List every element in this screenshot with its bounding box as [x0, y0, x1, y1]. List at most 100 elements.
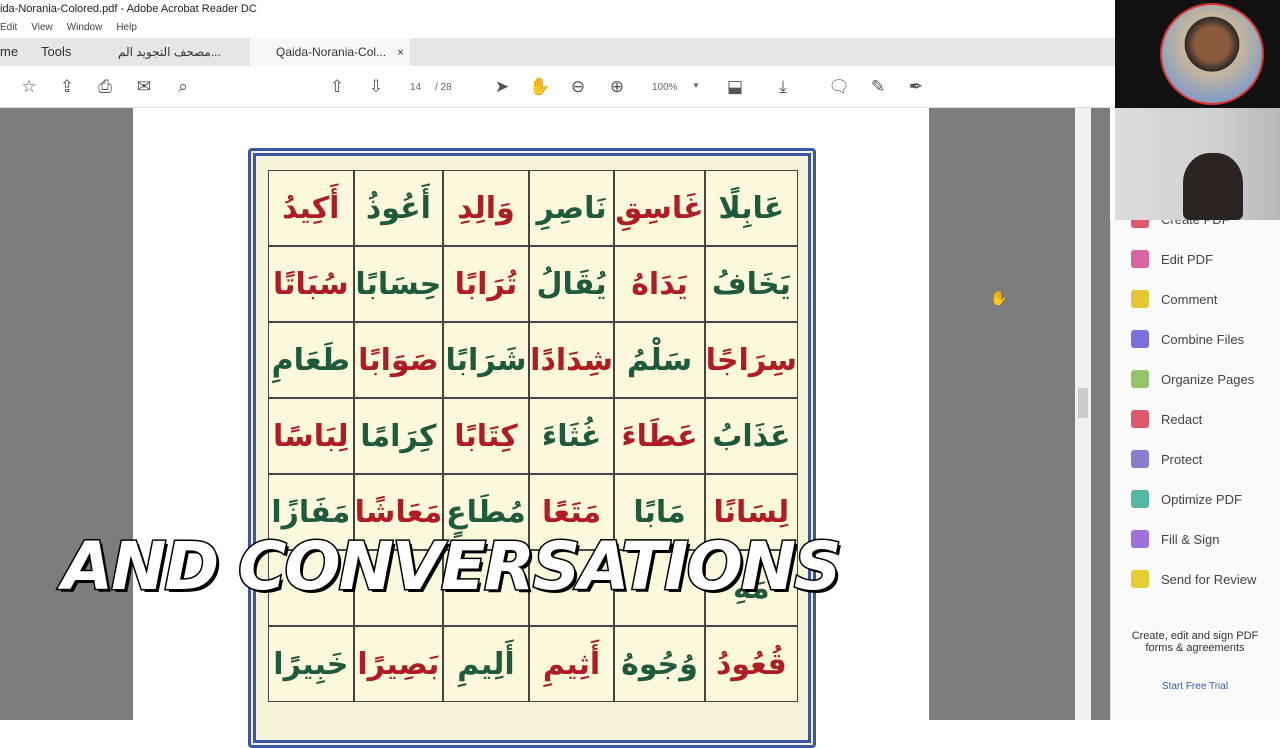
grid-cell: سِرَاجًا: [704, 322, 798, 398]
tool-icon: [1131, 250, 1149, 268]
tool-icon: [1131, 530, 1149, 548]
grid-cell: نَاصِرِ: [528, 170, 615, 246]
tool-redact[interactable]: Redact: [1131, 410, 1202, 428]
tab-qaida[interactable]: Qaida-Norania-Col... ×: [250, 38, 410, 66]
hand-tool-icon[interactable]: ✋: [529, 76, 551, 98]
chevron-down-icon[interactable]: ▼: [692, 81, 700, 90]
host-avatar: [1160, 3, 1264, 105]
participant-video: [1183, 153, 1243, 220]
grid-cell: قُعُودُ: [704, 626, 798, 702]
menu-view[interactable]: View: [31, 22, 53, 38]
grid-cell: شِدَادًا: [528, 322, 615, 398]
menu-edit[interactable]: Edit: [0, 22, 17, 38]
tool-label: Comment: [1161, 291, 1218, 307]
grid-cell: يُقَالُ: [528, 246, 615, 322]
grid-cell: سَلْمُ: [614, 322, 705, 398]
tool-label: Fill & Sign: [1161, 531, 1220, 547]
vertical-scrollbar[interactable]: [1075, 108, 1091, 720]
hand-cursor-icon: ✋: [990, 290, 1008, 306]
grid-cell: وَالِدِ: [443, 170, 529, 246]
grid-cell: سُبَاتًا: [268, 246, 354, 322]
tab-mushaf[interactable]: مصحف التجويد الم...: [118, 38, 221, 66]
prev-page-icon[interactable]: ⇧: [326, 76, 348, 98]
zoom-out-icon[interactable]: ⊖: [567, 76, 589, 98]
promo-text: Create, edit and sign PDF forms & agreem…: [1131, 630, 1259, 654]
tool-label: Redact: [1161, 411, 1203, 427]
tool-label: Protect: [1161, 451, 1203, 467]
tool-icon: [1131, 370, 1149, 388]
tab-home[interactable]: me: [0, 38, 18, 66]
tool-protect[interactable]: Protect: [1131, 450, 1202, 468]
tab-bar: me Tools مصحف التجويد الم... Qaida-Noran…: [0, 38, 1115, 66]
grid-cell: بَصِيرًا: [353, 626, 444, 702]
close-tab-icon[interactable]: ×: [397, 47, 403, 59]
grid-cell: خَبِيرًا: [268, 626, 354, 702]
grid-cell: عَذَابُ: [704, 398, 798, 474]
grid-cell: أَكِيدُ: [268, 170, 354, 246]
comment-icon[interactable]: 🗨: [828, 76, 850, 98]
video-caption: AND CONVERSATIONS: [61, 527, 844, 607]
grid-cell: كِتَابًا: [443, 398, 529, 474]
page-fit-icon[interactable]: ⬓: [724, 76, 746, 98]
tool-edit-pdf[interactable]: Edit PDF: [1131, 250, 1213, 268]
next-page-icon[interactable]: ⇩: [365, 76, 387, 98]
tool-optimize-pdf[interactable]: Optimize PDF: [1131, 490, 1242, 508]
zoom-in-icon[interactable]: ⊕: [606, 76, 628, 98]
grid-cell: تُرَابًا: [443, 246, 529, 322]
grid-cell: غَاسِقِ: [614, 170, 705, 246]
zoom-select[interactable]: 100%: [652, 82, 678, 93]
grid-cell: يَخَافُ: [704, 246, 798, 322]
grid-cell: شَرَابًا: [443, 322, 529, 398]
arabic-word-grid: عَابِلًا غَاسِقِ نَاصِرِ وَالِدِ أَعُوذُ أَكِ…: [268, 170, 798, 702]
tool-icon: [1131, 490, 1149, 508]
grid-cell: كِرَامًا: [353, 398, 444, 474]
start-free-trial-link[interactable]: Start Free Trial: [1110, 681, 1280, 692]
toolbar: ☆ ⇪ ⎙ ✉ ⌕ ⇧ ⇩ 14 / 28 ➤ ✋ ⊖ ⊕ 100% ▼ ⬓ ⤓…: [0, 66, 1115, 108]
webcam-participant: [1115, 108, 1280, 220]
grid-cell: حِسَابًا: [353, 246, 444, 322]
grid-cell: عَطَاءَ: [614, 398, 705, 474]
upload-cloud-icon[interactable]: ⇪: [56, 76, 78, 98]
menu-help[interactable]: Help: [116, 22, 137, 38]
sign-icon[interactable]: ✒: [905, 76, 927, 98]
grid-cell: طَعَامِ: [268, 322, 354, 398]
tool-label: Send for Review: [1161, 571, 1257, 587]
grid-cell: وُجُوهُ: [614, 626, 705, 702]
tab-qaida-label: Qaida-Norania-Col...: [276, 45, 387, 59]
email-icon[interactable]: ✉: [133, 76, 155, 98]
grid-cell: أَلِيمِ: [443, 626, 529, 702]
webcam-host: [1115, 0, 1280, 108]
grid-cell: أَثِيمِ: [528, 626, 615, 702]
tool-label: Edit PDF: [1161, 251, 1214, 267]
grid-cell: عَابِلًا: [704, 170, 798, 246]
tool-icon: [1131, 330, 1149, 348]
tool-comment[interactable]: Comment: [1131, 290, 1217, 308]
tool-combine-files[interactable]: Combine Files: [1131, 330, 1244, 348]
tool-icon: [1131, 410, 1149, 428]
print-icon[interactable]: ⎙: [94, 76, 116, 98]
star-icon[interactable]: ☆: [18, 76, 40, 98]
window-title: ida-Norania-Colored.pdf - Adobe Acrobat …: [0, 0, 1115, 19]
select-cursor-icon[interactable]: ➤: [491, 76, 513, 98]
menu-bar: Edit View Window Help: [0, 19, 1115, 38]
tool-label: Combine Files: [1161, 331, 1245, 347]
tool-icon: [1131, 450, 1149, 468]
scroll-mode-icon[interactable]: ⤓: [772, 76, 794, 98]
tool-fill-sign[interactable]: Fill & Sign: [1131, 530, 1220, 548]
page-number-input[interactable]: 14: [410, 82, 421, 93]
tool-icon: [1131, 570, 1149, 588]
tool-organize-pages[interactable]: Organize Pages: [1131, 370, 1254, 388]
search-icon[interactable]: ⌕: [172, 76, 194, 98]
grid-cell: لِبَاسًا: [268, 398, 354, 474]
grid-cell: أَعُوذُ: [353, 170, 444, 246]
tool-send-for-review[interactable]: Send for Review: [1131, 570, 1256, 588]
menu-window[interactable]: Window: [67, 22, 103, 38]
grid-cell: يَدَاهُ: [614, 246, 705, 322]
grid-cell: صَوَابًا: [353, 322, 444, 398]
tab-tools[interactable]: Tools: [41, 38, 71, 66]
tool-icon: [1131, 290, 1149, 308]
page-total: / 28: [435, 82, 452, 93]
tool-label: Optimize PDF: [1161, 491, 1242, 507]
tool-label: Organize Pages: [1161, 371, 1255, 387]
highlight-pen-icon[interactable]: ✎: [867, 76, 889, 98]
